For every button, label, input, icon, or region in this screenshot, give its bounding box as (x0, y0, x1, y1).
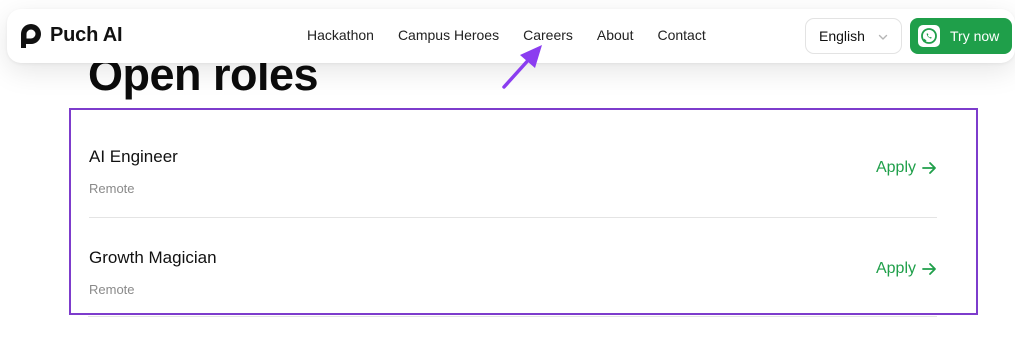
role-title: AI Engineer (89, 147, 178, 166)
puch-logo-icon (21, 24, 41, 48)
apply-button[interactable]: Apply (876, 260, 937, 278)
nav-link-contact[interactable]: Contact (657, 27, 705, 43)
main-nav: Hackathon Campus Heroes Careers About Co… (307, 27, 706, 43)
role-divider (88, 316, 937, 317)
role-item[interactable]: Growth Magician Remote Apply (89, 248, 937, 297)
brand-name: Puch AI (50, 23, 123, 46)
annotation-arrow-icon (502, 45, 542, 89)
open-roles-list: AI Engineer Remote Apply Growth Magician… (69, 108, 978, 315)
arrow-right-icon (922, 162, 936, 174)
nav-link-campus-heroes[interactable]: Campus Heroes (398, 27, 499, 43)
try-now-button[interactable]: Try now (910, 18, 1012, 54)
nav-link-about[interactable]: About (597, 27, 634, 43)
try-now-label: Try now (950, 28, 1000, 44)
role-item[interactable]: AI Engineer Remote Apply (89, 147, 937, 196)
brand-logo[interactable]: Puch AI (19, 22, 123, 48)
nav-link-hackathon[interactable]: Hackathon (307, 27, 374, 43)
role-title: Growth Magician (89, 248, 217, 267)
role-location: Remote (89, 181, 135, 196)
apply-label: Apply (875, 159, 916, 176)
apply-label: Apply (875, 260, 916, 277)
role-divider (89, 217, 937, 218)
apply-button[interactable]: Apply (876, 159, 937, 177)
role-location: Remote (89, 282, 135, 297)
language-select[interactable]: English (805, 18, 902, 54)
nav-link-careers[interactable]: Careers (523, 27, 573, 43)
whatsapp-icon (918, 25, 940, 47)
chevron-down-icon (878, 34, 888, 40)
arrow-right-icon (922, 263, 936, 275)
language-selected-label: English (819, 28, 865, 44)
